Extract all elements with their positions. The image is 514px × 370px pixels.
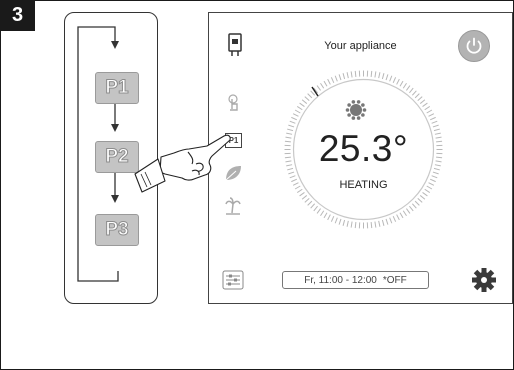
schedule-state: *OFF bbox=[382, 274, 407, 286]
program-button-p1[interactable]: P1 bbox=[95, 72, 139, 104]
current-temperature: 25.3° bbox=[318, 128, 409, 169]
touch-icon[interactable] bbox=[225, 93, 241, 113]
mode-label: HEATING bbox=[339, 179, 388, 191]
gear-icon[interactable] bbox=[471, 267, 497, 293]
power-button[interactable] bbox=[458, 30, 490, 62]
sun-gear-icon bbox=[345, 100, 367, 120]
pointing-hand-icon bbox=[134, 134, 231, 193]
schedule-bar[interactable]: Fr, 11:00 - 12:00 *OFF bbox=[282, 271, 429, 289]
filter-settings-icon[interactable] bbox=[222, 270, 244, 290]
step-number-badge: 3 bbox=[0, 0, 35, 31]
appliance-screen: Your appliance P1 25.3° HEATING Fr, 11:0… bbox=[208, 12, 513, 304]
power-icon bbox=[466, 37, 482, 54]
schedule-time: Fr, 11:00 - 12:00 bbox=[304, 274, 377, 286]
program-button-p3[interactable]: P3 bbox=[95, 214, 139, 246]
